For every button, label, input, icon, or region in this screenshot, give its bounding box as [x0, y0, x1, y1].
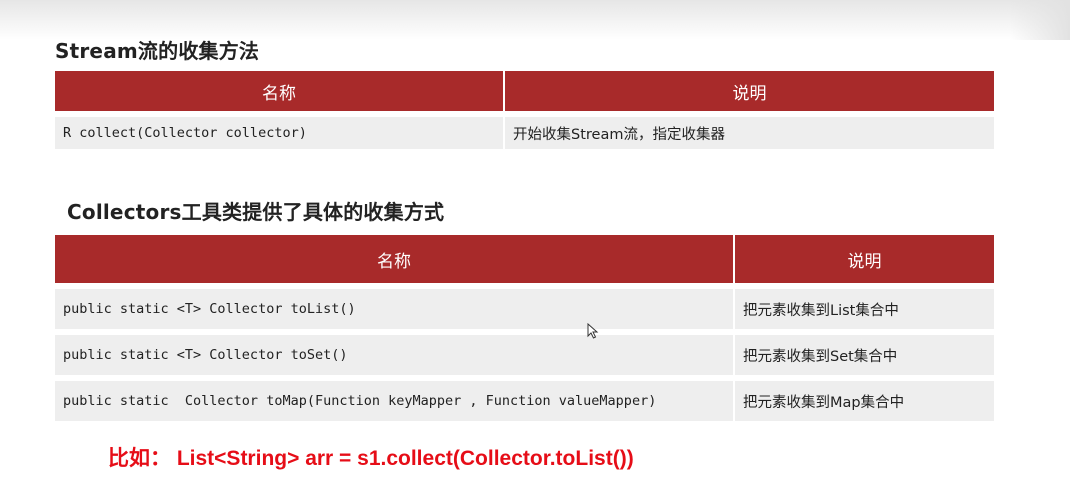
column-header-name: 名称 — [55, 71, 503, 111]
method-signature: public static <T> Collector toSet() — [55, 329, 733, 375]
method-description: 开始收集Stream流，指定收集器 — [503, 111, 994, 149]
table-row: public static Collector toMap(Function k… — [55, 375, 994, 421]
section1-title: Stream流的收集方法 — [55, 39, 260, 63]
collectors-table: 名称 说明 public static <T> Collector toList… — [55, 235, 994, 421]
table-row: public static <T> Collector toList() 把元素… — [55, 283, 994, 329]
table-header-row: 名称 说明 — [55, 235, 994, 283]
mouse-cursor-icon — [587, 323, 599, 339]
example-code-annotation: 比如： List<String> arr = s1.collect(Collec… — [108, 447, 634, 470]
collect-method-table: 名称 说明 R collect(Collector collector) 开始收… — [55, 71, 994, 149]
method-description: 把元素收集到List集合中 — [733, 283, 994, 329]
table-header-row: 名称 说明 — [55, 71, 994, 111]
method-signature: public static Collector toMap(Function k… — [55, 375, 733, 421]
top-gradient — [0, 0, 1070, 40]
method-description: 把元素收集到Set集合中 — [733, 329, 994, 375]
column-header-name: 名称 — [55, 235, 733, 283]
method-signature: public static <T> Collector toList() — [55, 283, 733, 329]
top-right-shadow — [1010, 0, 1070, 40]
column-header-desc: 说明 — [733, 235, 994, 283]
table-row: R collect(Collector collector) 开始收集Strea… — [55, 111, 994, 149]
column-header-desc: 说明 — [503, 71, 994, 111]
table-row: public static <T> Collector toSet() 把元素收… — [55, 329, 994, 375]
method-description: 把元素收集到Map集合中 — [733, 375, 994, 421]
section2-title: Collectors工具类提供了具体的收集方式 — [67, 200, 445, 224]
method-signature: R collect(Collector collector) — [55, 111, 503, 149]
